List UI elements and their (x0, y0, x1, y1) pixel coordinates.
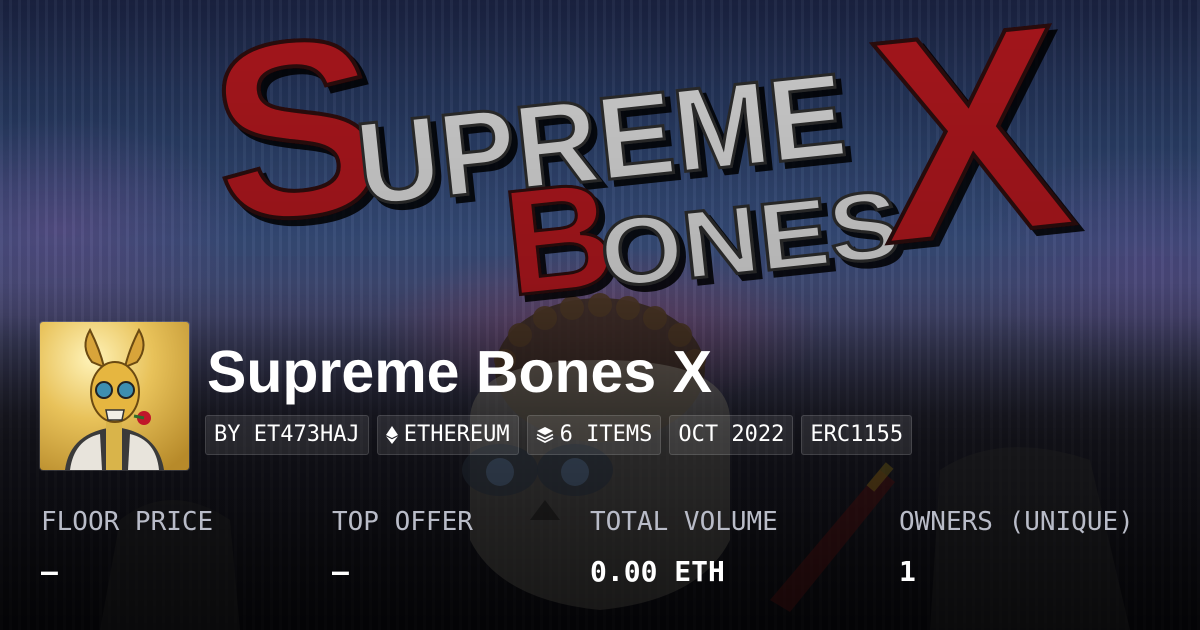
collection-title: Supreme Bones X (207, 339, 712, 405)
layers-icon (536, 427, 554, 444)
top-offer-value: – (332, 555, 349, 588)
total-volume-value: 0.00 ETH (590, 555, 725, 588)
chain-label: ETHEREUM (403, 422, 510, 447)
date-label: OCT 2022 (678, 422, 785, 447)
total-volume-stat: TOTAL VOLUME 0.00 ETH (590, 505, 778, 590)
floor-price-stat: FLOOR PRICE – (41, 505, 213, 590)
items-label: 6 ITEMS (559, 422, 653, 447)
owners-stat: OWNERS (UNIQUE) 1 (899, 505, 1134, 590)
top-offer-stat: TOP OFFER – (332, 505, 473, 590)
standard-tag: ERC1155 (801, 415, 913, 455)
owners-label: OWNERS (UNIQUE) (899, 507, 1134, 537)
top-offer-label: TOP OFFER (332, 507, 473, 537)
collection-avatar (40, 322, 189, 470)
collection-tags: BY ET473HAJ ETHEREUM 6 ITEMS OCT 2022 ER… (205, 415, 913, 455)
floor-price-value: – (41, 555, 58, 588)
floor-price-label: FLOOR PRICE (41, 507, 214, 537)
creator-tag[interactable]: BY ET473HAJ (205, 415, 369, 455)
standard-label: ERC1155 (810, 422, 904, 447)
total-volume-label: TOTAL VOLUME (590, 507, 778, 537)
ethereum-icon (385, 426, 398, 444)
date-tag: OCT 2022 (669, 415, 794, 455)
owners-value: 1 (899, 555, 916, 588)
items-tag: 6 ITEMS (526, 415, 662, 455)
creator-label: BY ET473HAJ (214, 422, 360, 447)
golden-horned-skull-icon (40, 322, 189, 470)
chain-tag: ETHEREUM (376, 415, 519, 455)
